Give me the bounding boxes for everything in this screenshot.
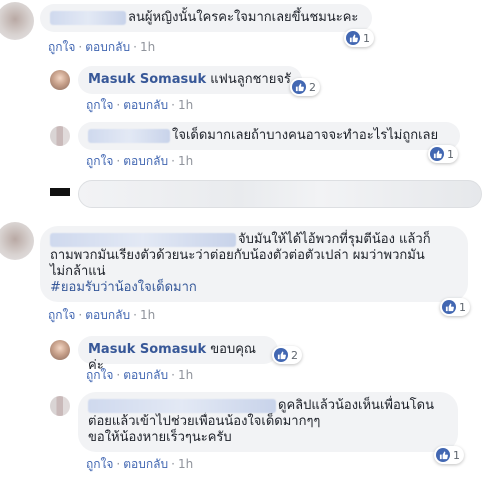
reply-link[interactable]: ตอบกลับ [123,154,168,168]
avatar[interactable] [50,396,70,416]
timestamp[interactable]: 1h [178,457,193,471]
reply-input-field[interactable] [78,180,482,208]
comment-actions: ถูกใจ · ตอบกลับ · 1h [86,457,194,471]
avatar[interactable] [0,2,34,40]
like-icon [346,31,360,45]
comment-text-line: ต่อยแล้วเข้าไปช่วยเพื่อนน้องใจเด็ดมากๆๆ [88,414,321,429]
reaction-count[interactable]: 1 [440,298,470,316]
blurred-author-name[interactable] [50,10,126,25]
reply-link[interactable]: ตอบกลับ [123,98,168,112]
comment-bubble: ใจเด็ดมากเลยถ้าบางคนอาจจะทำอะไรไม่ถูกเลย [78,122,460,150]
reply-link[interactable]: ตอบกลับ [85,308,130,322]
comment-actions: ถูกใจ · ตอบกลับ · 1h [48,308,156,322]
reply-link[interactable]: ตอบกลับ [123,457,168,471]
comment-bubble: จับมันให้ได้ไอ้พวกที่รุมตีน้อง แล้วก็ ถา… [40,226,468,302]
comment-text: แฟนลูกชายจรั [210,72,291,87]
comment-author[interactable]: Masuk Somasuk [88,342,206,357]
comment-bubble: Masuk Somasuk ขอบคุณค่ะ [78,336,278,373]
like-link[interactable]: ถูกใจ [48,308,75,322]
blurred-author-name[interactable] [88,128,170,143]
like-icon [292,80,306,94]
comment-text-line: ไม่กล้าแน่ [50,264,106,279]
like-link[interactable]: ถูกใจ [86,98,113,112]
comment-text: ใจเด็ดมากเลยถ้าบางคนอาจจะทำอะไรไม่ถูกเลย [172,128,439,143]
avatar[interactable] [50,70,70,90]
comment-text-line: ถามพวกมันเรียงตัวด้วยนะว่าต่อยกับน้องตัว… [50,248,425,263]
timestamp[interactable]: 1h [140,308,155,322]
like-icon [274,348,288,362]
comment-bubble: ดูคลิปแล้วน้องเห็นเพื่อนโดน ต่อยแล้วเข้า… [78,392,458,452]
comment-text: ลนผู้หญิงนั้นใครคะใจมากเลยขึ้นชมนะคะ [128,10,359,25]
blurred-author-name[interactable] [88,398,276,413]
reply-link[interactable]: ตอบกลับ [123,368,168,382]
timestamp[interactable]: 1h [140,40,155,54]
timestamp[interactable]: 1h [178,98,193,112]
like-link[interactable]: ถูกใจ [86,457,113,471]
comment-bubble: ลนผู้หญิงนั้นใครคะใจมากเลยขึ้นชมนะคะ [40,4,372,32]
avatar[interactable] [50,126,70,146]
reaction-count[interactable]: 2 [290,78,320,96]
timestamp[interactable]: 1h [178,368,193,382]
reaction-count[interactable]: 1 [428,145,458,163]
reaction-count[interactable]: 2 [272,346,302,364]
reaction-count[interactable]: 1 [344,29,374,47]
comment-actions: ถูกใจ · ตอบกลับ · 1h [86,368,194,382]
comment-actions: ถูกใจ · ตอบกลับ · 1h [48,40,156,54]
timestamp[interactable]: 1h [178,154,193,168]
avatar[interactable] [50,340,70,360]
current-user-avatar [50,182,70,202]
comment-author[interactable]: Masuk Somasuk [88,72,206,87]
hashtag-link[interactable]: #ยอมรับว่าน้องใจเด็ดมาก [50,280,458,296]
like-link[interactable]: ถูกใจ [86,154,113,168]
comment-text-line: ดูคลิปแล้วน้องเห็นเพื่อนโดน [278,398,434,413]
comment-text-line: ขอให้น้องหายเร็วๆนะครับ [88,430,232,445]
reaction-count[interactable]: 1 [434,446,464,464]
reply-link[interactable]: ตอบกลับ [85,40,130,54]
like-link[interactable]: ถูกใจ [86,368,113,382]
comment-text-line: จับมันให้ได้ไอ้พวกที่รุมตีน้อง แล้วก็ [238,232,431,247]
blurred-author-name[interactable] [50,232,236,247]
comment-actions: ถูกใจ · ตอบกลับ · 1h [86,154,194,168]
like-link[interactable]: ถูกใจ [48,40,75,54]
comment-actions: ถูกใจ · ตอบกลับ · 1h [86,98,194,112]
like-icon [436,448,450,462]
comment-bubble: Masuk Somasuk แฟนลูกชายจรั [78,66,302,94]
avatar[interactable] [0,222,34,260]
like-icon [442,300,456,314]
like-icon [430,147,444,161]
